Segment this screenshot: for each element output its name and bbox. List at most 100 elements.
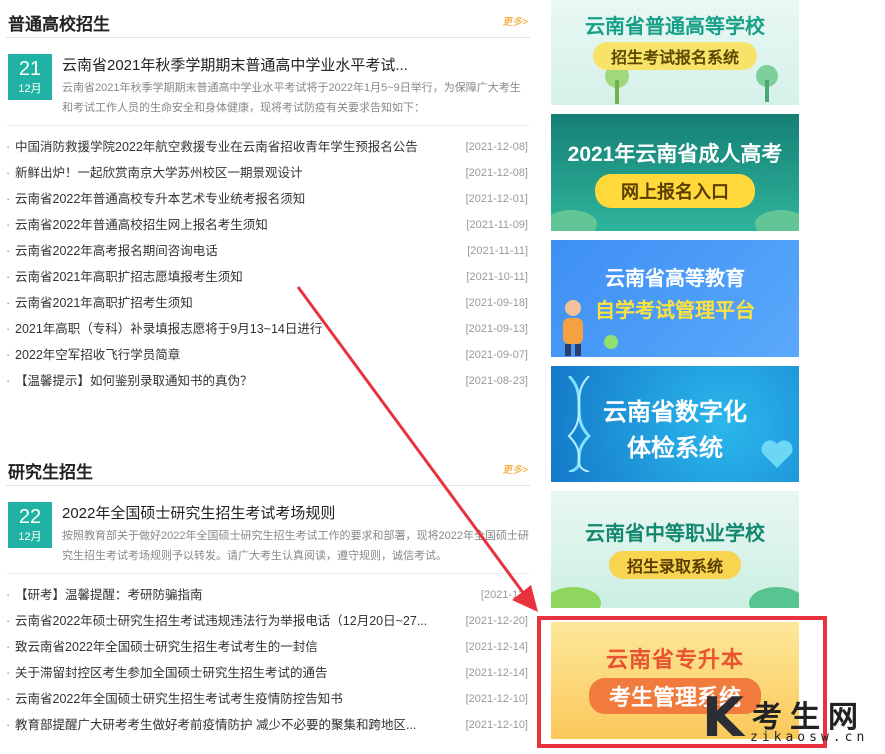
news-title[interactable]: 2022年空军招收飞行学员简章 <box>15 342 455 368</box>
banner-title: 2021年云南省成人高考 <box>567 143 783 166</box>
plant-icon <box>604 335 618 349</box>
bullet-icon: · <box>6 348 11 362</box>
news-date: [2021-12-20] <box>465 615 528 627</box>
news-title[interactable]: 关于滞留封控区考生参加全国硕士研究生招生考试的通告 <box>15 660 455 686</box>
banner-subtitle: 招生考试报名系统 <box>551 42 799 70</box>
news-date: [2021-09-18] <box>465 297 528 309</box>
list-item[interactable]: · 中国消防救援学院2022年航空救援专业在云南省招收青年学生预报名公告 [2021… <box>6 134 530 160</box>
list-item[interactable]: · 【研考】温馨提醒：考研防骗指南 [2021-12- <box>6 582 530 608</box>
list-item[interactable]: · 云南省2021年高职扩招志愿填报考生须知 [2021-10-11] <box>6 264 530 290</box>
featured-title[interactable]: 2022年全国硕士研究生招生考试考场规则 <box>62 502 530 523</box>
list-item[interactable]: · 云南省2022年高考报名期间咨询电话 [2021-11-11] <box>6 238 530 264</box>
news-date: [2021-12-14] <box>465 667 528 679</box>
list-item[interactable]: · 致云南省2022年全国硕士研究生招生考试考生的一封信 [2021-12-14] <box>6 634 530 660</box>
bullet-icon: · <box>6 270 11 284</box>
list-item[interactable]: · 教育部提醒广大研考考生做好考前疫情防护 减少不必要的聚集和跨地区... [202… <box>6 712 530 738</box>
list-item[interactable]: · 新鲜出炉！一起欣赏南京大学苏州校区一期景观设计 [2021-12-08] <box>6 160 530 186</box>
news-title[interactable]: 2021年高职（专科）补录填报志愿将于9月13~14日进行 <box>15 316 455 342</box>
bullet-icon: · <box>6 666 11 680</box>
news-date: [2021-12-01] <box>465 193 528 205</box>
banner-subtitle: 网上报名入口 <box>551 174 799 208</box>
news-date: [2021-12-08] <box>465 141 528 153</box>
news-date: [2021-12-10] <box>465 693 528 705</box>
news-title[interactable]: 新鲜出炉！一起欣赏南京大学苏州校区一期景观设计 <box>15 160 455 186</box>
news-title[interactable]: 【温馨提示】如何鉴别录取通知书的真伪？ <box>15 368 455 394</box>
news-list: · 【研考】温馨提醒：考研防骗指南 [2021-12- · 云南省2022年硕士研究生… <box>6 582 530 738</box>
list-item[interactable]: · 云南省2022年全国硕士研究生招生考试考生疫情防控告知书 [2021-12-10… <box>6 686 530 712</box>
bullet-icon: · <box>6 218 11 232</box>
news-title[interactable]: 教育部提醒广大研考考生做好考前疫情防护 减少不必要的聚集和跨地区... <box>15 712 455 738</box>
list-item[interactable]: · 云南省2022年硕士研究生招生考试违规违法行为举报电话（12月20日~27..… <box>6 608 530 634</box>
undergrad-section: 普通高校招生 更多> 21 12月 云南省2021年秋季学期期末普通高中学业水平… <box>6 0 530 394</box>
news-title[interactable]: 云南省2022年全国硕士研究生招生考试考生疫情防控告知书 <box>15 686 455 712</box>
date-badge: 21 12月 <box>8 54 52 100</box>
banner-subtitle: 招生录取系统 <box>551 551 799 579</box>
news-title[interactable]: 中国消防救援学院2022年航空救援专业在云南省招收青年学生预报名公告 <box>15 134 455 160</box>
featured-article[interactable]: 22 12月 2022年全国硕士研究生招生考试考场规则 按照教育部关于做好202… <box>6 486 530 574</box>
bullet-icon: · <box>6 244 11 258</box>
section-header: 普通高校招生 更多> <box>6 0 530 38</box>
banner-health-check[interactable]: 云南省数字化 体检系统 <box>551 366 799 482</box>
news-title[interactable]: 云南省2021年高职扩招考生须知 <box>15 290 455 316</box>
banner-title: 云南省数字化 <box>603 399 747 426</box>
news-title[interactable]: 云南省2022年高考报名期间咨询电话 <box>15 238 455 264</box>
news-date: [2021-09-13] <box>465 323 528 335</box>
more-link[interactable]: 更多> <box>502 13 528 28</box>
bullet-icon: · <box>6 192 11 206</box>
featured-article[interactable]: 21 12月 云南省2021年秋季学期期末普通高中学业水平考试... 云南省20… <box>6 38 530 126</box>
bullet-icon: · <box>6 166 11 180</box>
featured-title[interactable]: 云南省2021年秋季学期期末普通高中学业水平考试... <box>62 54 530 75</box>
list-item[interactable]: · 云南省2021年高职扩招考生须知 [2021-09-18] <box>6 290 530 316</box>
banner-title: 云南省普通高等学校 <box>585 16 765 38</box>
banner-title: 云南省高等教育 <box>605 268 745 290</box>
list-item[interactable]: · 2022年空军招收飞行学员简章 [2021-09-07] <box>6 342 530 368</box>
news-title[interactable]: 云南省2022年普通高校招生网上报名考生须知 <box>15 212 455 238</box>
news-list: · 中国消防救援学院2022年航空救援专业在云南省招收青年学生预报名公告 [2021… <box>6 134 530 394</box>
news-date: [2021-12-14] <box>465 641 528 653</box>
featured-summary: 按照教育部关于做好2022年全国硕士研究生招生考试工作的要求和部署，现将2022… <box>62 530 529 562</box>
bullet-icon: · <box>6 374 11 388</box>
news-date: [2021-08-23] <box>465 375 528 387</box>
banner-title: 云南省中等职业学校 <box>585 523 765 545</box>
list-item[interactable]: · 云南省2022年普通高校专升本艺术专业统考报名须知 [2021-12-01] <box>6 186 530 212</box>
list-item[interactable]: · 【温馨提示】如何鉴别录取通知书的真伪？ [2021-08-23] <box>6 368 530 394</box>
banner-adult-exam[interactable]: 2021年云南省成人高考 网上报名入口 <box>551 114 799 231</box>
section-title: 普通高校招生 <box>8 15 110 34</box>
news-date: [2021-12-08] <box>465 167 528 179</box>
bullet-icon: · <box>6 614 11 628</box>
news-date: [2021-11-11] <box>467 245 528 257</box>
graduate-section: 研究生招生 更多> 22 12月 2022年全国硕士研究生招生考试考场规则 按照… <box>6 448 530 738</box>
logo-mark: K <box>702 686 744 749</box>
banner-self-study-exam[interactable]: 云南省高等教育 自学考试管理平台 <box>551 240 799 357</box>
date-month: 12月 <box>18 531 42 543</box>
banner-gaokao-registration[interactable]: 云南省普通高等学校 招生考试报名系统 <box>551 0 799 105</box>
section-header: 研究生招生 更多> <box>6 448 530 486</box>
banner-subtitle: 体检系统 <box>627 435 723 462</box>
date-badge: 22 12月 <box>8 502 52 548</box>
news-title[interactable]: 【研考】温馨提醒：考研防骗指南 <box>15 582 455 608</box>
list-item[interactable]: · 云南省2022年普通高校招生网上报名考生须知 [2021-11-09] <box>6 212 530 238</box>
news-title[interactable]: 致云南省2022年全国硕士研究生招生考试考生的一封信 <box>15 634 455 660</box>
news-date: [2021-12- <box>480 589 528 601</box>
news-title[interactable]: 云南省2021年高职扩招志愿填报考生须知 <box>15 264 455 290</box>
news-date: [2021-12-10] <box>465 719 528 731</box>
section-title: 研究生招生 <box>8 463 93 482</box>
bullet-icon: · <box>6 588 11 602</box>
news-date: [2021-11-09] <box>466 219 528 231</box>
more-link[interactable]: 更多> <box>502 461 528 476</box>
list-item[interactable]: · 2021年高职（专科）补录填报志愿将于9月13~14日进行 [2021-09-1… <box>6 316 530 342</box>
watermark-logo: K 考生网 zikaosw.cn <box>700 688 885 754</box>
bullet-icon: · <box>6 296 11 310</box>
date-day: 21 <box>18 58 42 80</box>
news-title[interactable]: 云南省2022年普通高校专升本艺术专业统考报名须知 <box>15 186 455 212</box>
featured-summary: 云南省2021年秋季学期期末普通高中学业水平考试将于2022年1月5~9日举行，… <box>62 82 521 114</box>
news-date: [2021-10-11] <box>466 271 528 283</box>
bullet-icon: · <box>6 692 11 706</box>
bullet-icon: · <box>6 640 11 654</box>
bullet-icon: · <box>6 718 11 732</box>
bullet-icon: · <box>6 140 11 154</box>
news-title[interactable]: 云南省2022年硕士研究生招生考试违规违法行为举报电话（12月20日~27... <box>15 608 455 634</box>
banner-vocational-admission[interactable]: 云南省中等职业学校 招生录取系统 <box>551 491 799 608</box>
news-date: [2021-09-07] <box>465 349 528 361</box>
list-item[interactable]: · 关于滞留封控区考生参加全国硕士研究生招生考试的通告 [2021-12-14] <box>6 660 530 686</box>
